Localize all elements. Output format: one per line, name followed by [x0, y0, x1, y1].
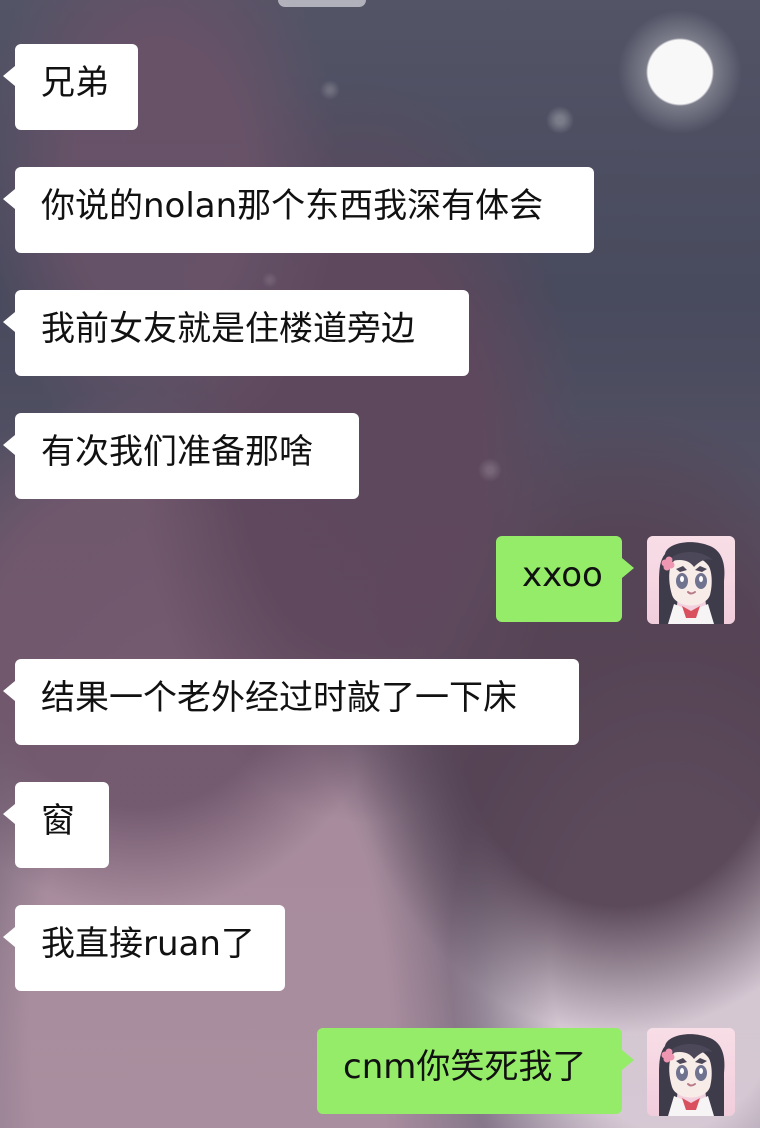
message-bubble[interactable]: 我前女友就是住楼道旁边: [3, 290, 469, 376]
message-row-incoming: 窗: [0, 782, 760, 870]
avatar[interactable]: [647, 536, 735, 624]
message-text: 有次我们准备那啥: [41, 432, 313, 472]
message-bubble[interactable]: 兄弟: [3, 44, 138, 130]
message-row-incoming: 我前女友就是住楼道旁边: [0, 290, 760, 378]
message-row-incoming: 我直接ruan了: [0, 905, 760, 993]
message-bubble[interactable]: xxoo: [496, 536, 634, 622]
message-text: cnm你笑死我了: [343, 1047, 587, 1087]
message-row-incoming: 兄弟: [0, 44, 760, 132]
message-text: 你说的nolan那个东西我深有体会: [41, 186, 544, 226]
message-bubble[interactable]: 有次我们准备那啥: [3, 413, 359, 499]
anime-avatar-image: [647, 1028, 735, 1116]
anime-avatar-image: [647, 536, 735, 624]
message-text: 兄弟: [41, 63, 109, 103]
top-pull-handle: [278, 0, 366, 7]
message-row-incoming: 有次我们准备那啥: [0, 413, 760, 501]
message-row-incoming: 你说的nolan那个东西我深有体会: [0, 167, 760, 255]
message-text: 我前女友就是住楼道旁边: [41, 309, 415, 349]
message-bubble[interactable]: cnm你笑死我了: [317, 1028, 634, 1114]
message-text: xxoo: [522, 555, 603, 595]
message-bubble[interactable]: 窗: [3, 782, 109, 868]
avatar[interactable]: [647, 1028, 735, 1116]
message-text: 我直接ruan了: [41, 924, 255, 964]
message-row-incoming: 结果一个老外经过时敲了一下床: [0, 659, 760, 747]
message-bubble[interactable]: 结果一个老外经过时敲了一下床: [3, 659, 579, 745]
message-bubble[interactable]: 我直接ruan了: [3, 905, 285, 991]
message-text: 窗: [41, 801, 75, 841]
message-bubble[interactable]: 你说的nolan那个东西我深有体会: [3, 167, 594, 253]
message-text: 结果一个老外经过时敲了一下床: [41, 678, 517, 718]
message-row-outgoing: cnm你笑死我了: [0, 1028, 760, 1116]
message-row-outgoing: xxoo: [0, 536, 760, 624]
